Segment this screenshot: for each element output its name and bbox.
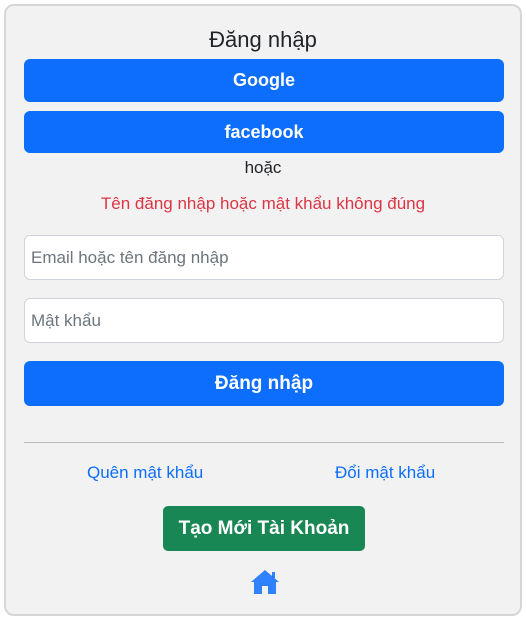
- facebook-login-button[interactable]: facebook: [24, 111, 504, 153]
- page-title: Đăng nhập: [209, 27, 317, 52]
- google-login-button[interactable]: Google: [24, 59, 504, 102]
- forgot-password-link[interactable]: Quên mật khẩu: [87, 462, 203, 484]
- or-separator-text: hoặc: [244, 158, 282, 177]
- change-password-link[interactable]: Đổi mật khẩu: [335, 462, 435, 484]
- divider: [24, 442, 504, 443]
- create-account-button[interactable]: Tạo Mới Tài Khoản: [163, 506, 365, 551]
- password-input[interactable]: [24, 298, 504, 343]
- error-message: Tên đăng nhập hoặc mật khẩu không đúng: [100, 194, 426, 213]
- email-input[interactable]: [24, 235, 504, 280]
- login-card: Đăng nhập Google facebook hoặc Tên đăng …: [4, 4, 522, 616]
- home-icon[interactable]: [249, 568, 281, 596]
- login-submit-button[interactable]: Đăng nhập: [24, 361, 504, 406]
